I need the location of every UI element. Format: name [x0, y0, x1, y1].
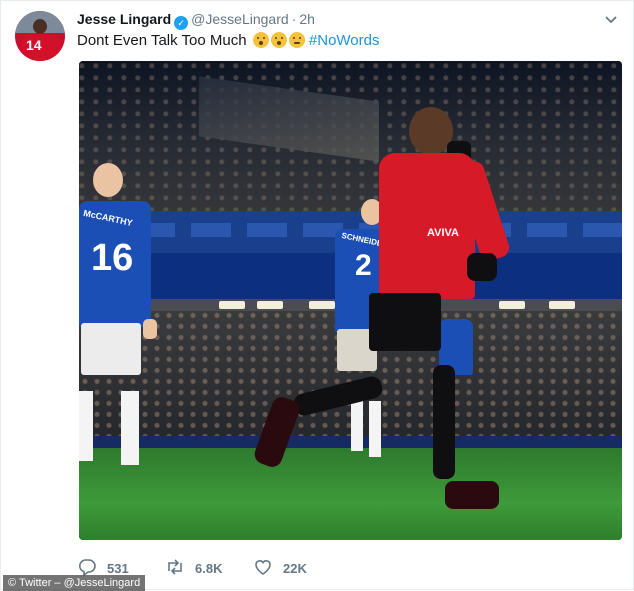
- player-main-shorts: [369, 293, 441, 351]
- player-main-boot: [445, 481, 499, 509]
- image-watermark: © Twitter – @JesseLingard: [3, 575, 146, 591]
- zipper-mouth-face-emoji: [288, 32, 305, 48]
- player-left-hand: [143, 319, 157, 339]
- player-main-glove: [467, 253, 497, 281]
- tweet-photo[interactable]: McCARTHY 16 SCHNEIDERLIN 2 AVIVA: [79, 61, 622, 540]
- tweet-text: Dont Even Talk Too Much #NoWords: [77, 31, 379, 51]
- player-left-sock: [121, 391, 139, 465]
- avatar-jersey-number: 14: [26, 37, 42, 53]
- tweet-timestamp[interactable]: 2h: [299, 11, 315, 27]
- verified-badge-icon: ✓: [174, 16, 189, 30]
- photo-light: [549, 301, 575, 309]
- player-left-head: [93, 163, 123, 197]
- header-separator: ·: [291, 11, 297, 27]
- player-left-shorts: [81, 323, 141, 375]
- chevron-down-icon[interactable]: [603, 11, 619, 27]
- retweet-icon: [168, 559, 182, 575]
- reply-icon: [78, 559, 96, 577]
- player-main-leg: [433, 365, 455, 479]
- author-handle[interactable]: @JesseLingard: [191, 11, 289, 27]
- tweet-card: 14 Jesse Lingard ✓ @JesseLingard · 2h Dont E…: [0, 0, 634, 591]
- hashtag-link[interactable]: #NoWords: [309, 32, 380, 49]
- hand-over-mouth-emoji: [270, 32, 287, 48]
- player-left-sock: [79, 391, 93, 461]
- photo-light: [219, 301, 245, 309]
- tweet-header: Jesse Lingard ✓ @JesseLingard · 2h: [77, 11, 315, 30]
- retweet-count: 6.8K: [195, 561, 223, 576]
- avatar[interactable]: 14: [15, 11, 65, 61]
- heart-icon: [255, 560, 271, 575]
- like-button[interactable]: 22K: [253, 557, 333, 579]
- reply-count: 531: [107, 561, 129, 576]
- author-name[interactable]: Jesse Lingard: [77, 11, 171, 27]
- tweet-body: Dont Even Talk Too Much: [77, 32, 247, 49]
- player-mid-sock: [351, 401, 363, 451]
- photo-pitch: [79, 448, 622, 540]
- player-mid-number: 2: [355, 249, 372, 282]
- player-left-number: 16: [91, 237, 134, 279]
- photo-light: [309, 301, 335, 309]
- like-count: 22K: [283, 561, 307, 576]
- shushing-face-emoji: [252, 32, 269, 48]
- player-main-sponsor: AVIVA: [427, 227, 459, 239]
- photo-light: [499, 301, 525, 309]
- photo-light: [257, 301, 283, 309]
- avatar-head: [33, 19, 47, 34]
- player-mid-sock: [369, 401, 381, 457]
- retweet-button[interactable]: 6.8K: [165, 557, 245, 579]
